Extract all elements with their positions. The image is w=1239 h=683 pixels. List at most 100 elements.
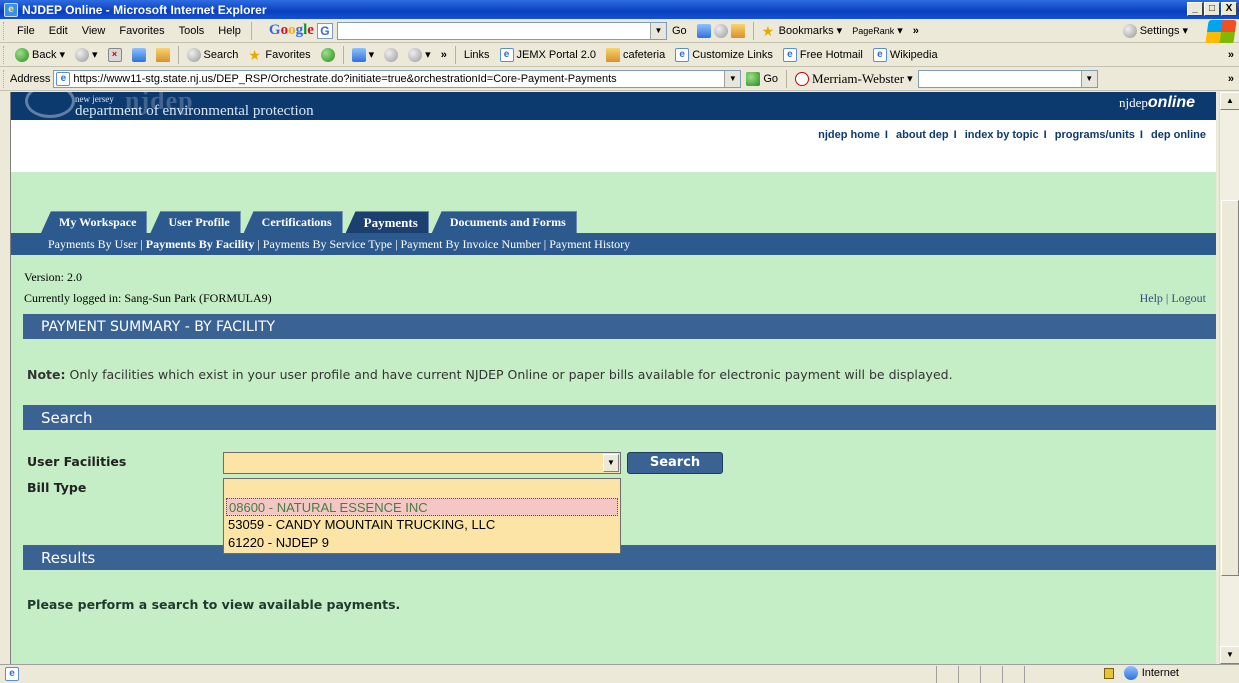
links-more-button[interactable]: » [1223, 49, 1239, 61]
user-facilities-select[interactable]: ▼ [223, 452, 621, 474]
scroll-down-icon[interactable]: ▼ [1220, 646, 1239, 664]
mail-button[interactable]: ▾ [347, 47, 380, 62]
top-links: njdep home I about dep I index by topic I p… [818, 129, 1206, 141]
google-tools-icons[interactable] [692, 23, 750, 38]
home-icon [155, 47, 170, 62]
version-text: Version: 2.0 [24, 270, 82, 284]
nj-seal-icon [25, 92, 75, 118]
payments-subnav: Payments By User | Payments By Facility | … [11, 233, 1216, 255]
address-bar: Address e https://www11-stg.state.nj.us/… [0, 67, 1239, 91]
refresh-icon [131, 47, 146, 62]
address-more-button[interactable]: » [1223, 73, 1239, 85]
star-icon: ★ [761, 22, 775, 39]
pagerank-button[interactable]: PageRank ▾ [847, 24, 908, 37]
subnav-payments-by-facility[interactable]: Payments By Facility [143, 237, 258, 252]
facility-dropdown-list: 08600 - NATURAL ESSENCE INC 53059 - CAND… [223, 478, 621, 554]
tab-user-profile[interactable]: User Profile [150, 211, 241, 233]
link-jemx-portal[interactable]: e JEMX Portal 2.0 [495, 47, 601, 62]
stop-button[interactable]: × [103, 47, 127, 62]
search-section-header: Search [23, 405, 1216, 430]
main-tabs: My Workspace User Profile Certifications… [41, 211, 580, 233]
ie-page-icon: e [499, 47, 514, 62]
menu-help[interactable]: Help [211, 25, 248, 37]
address-input[interactable]: e https://www11-stg.state.nj.us/DEP_RSP/… [53, 69, 742, 88]
google-options-icon[interactable]: G [316, 22, 333, 39]
favorites-star-icon: ★ [248, 46, 261, 63]
help-link[interactable]: Help [1140, 291, 1163, 305]
history-button[interactable] [316, 47, 340, 62]
maximize-button[interactable]: □ [1204, 2, 1220, 16]
ie-page-icon: e [782, 47, 797, 62]
home-button[interactable] [151, 47, 175, 62]
minimize-button[interactable]: _ [1187, 2, 1203, 16]
option-facility[interactable]: 08600 - NATURAL ESSENCE INC [226, 498, 618, 516]
menu-favorites[interactable]: Favorites [112, 25, 171, 37]
chevron-down-icon[interactable]: ▼ [603, 454, 619, 472]
edit-icon [408, 47, 423, 62]
vertical-scrollbar[interactable]: ▲ ▼ [1219, 92, 1239, 664]
tab-payments[interactable]: Payments [345, 211, 429, 233]
bookmarks-button[interactable]: ★ Bookmarks ▾ [757, 24, 848, 38]
favorites-button[interactable]: ★ Favorites [243, 48, 315, 62]
dictionary-input[interactable]: ▼ [917, 69, 1098, 88]
menu-file[interactable]: File [10, 25, 42, 37]
menu-view[interactable]: View [75, 25, 113, 37]
link-customize-links[interactable]: e Customize Links [670, 47, 778, 62]
menu-edit[interactable]: Edit [42, 25, 75, 37]
status-bar: e Internet [0, 664, 1239, 683]
link-free-hotmail[interactable]: e Free Hotmail [778, 47, 868, 62]
menu-tools[interactable]: Tools [172, 25, 212, 37]
results-prompt: Please perform a search to view availabl… [27, 597, 401, 612]
windows-logo-icon [1205, 20, 1237, 44]
go-button[interactable]: Go [741, 71, 783, 86]
logout-link[interactable]: Logout [1171, 291, 1206, 305]
back-arrow-icon [15, 47, 29, 62]
option-facility[interactable]: 61220 - NJDEP 9 [224, 534, 620, 552]
forward-button[interactable]: ▾ [70, 47, 103, 62]
print-icon [384, 47, 399, 62]
toolbar-more-button[interactable]: » [436, 49, 452, 61]
magnifier-icon [186, 47, 201, 62]
scroll-up-icon[interactable]: ▲ [1220, 92, 1239, 110]
mail-icon [351, 47, 366, 62]
link-cafeteria[interactable]: cafeteria [601, 47, 670, 62]
link-wikipedia[interactable]: e Wikipedia [868, 47, 943, 62]
chevron-down-icon[interactable]: ▼ [1080, 70, 1097, 87]
google-go-button[interactable]: Go [667, 25, 692, 37]
dictionary-button[interactable]: Merriam-Webster ▾ [790, 71, 918, 87]
search-button[interactable]: Search [182, 47, 244, 62]
chevron-down-icon[interactable]: ▼ [724, 70, 741, 87]
tab-certifications[interactable]: Certifications [243, 211, 343, 233]
scroll-thumb[interactable] [1221, 200, 1239, 576]
subnav-payment-history[interactable]: Payment History [546, 237, 633, 252]
close-button[interactable]: X [1221, 2, 1237, 16]
google-logo[interactable]: Google [269, 22, 314, 39]
help-links: Help | Logout [1139, 291, 1206, 305]
back-button[interactable]: Back ▾ [10, 47, 70, 62]
tab-documents-and-forms[interactable]: Documents and Forms [431, 211, 577, 233]
title-bar: e NJDEP Online - Microsoft Internet Expl… [0, 0, 1239, 19]
subnav-payments-by-user[interactable]: Payments By User [45, 237, 140, 252]
search-submit-button[interactable]: Search [627, 452, 723, 474]
ie-page-icon: e [872, 47, 887, 62]
circle-icon [795, 71, 810, 86]
tab-my-workspace[interactable]: My Workspace [41, 211, 148, 233]
chevron-down-icon[interactable]: ▼ [649, 22, 666, 39]
department-name: department of environmental protection [75, 103, 314, 119]
refresh-button[interactable] [127, 47, 151, 62]
link-dep-online[interactable]: dep online [1151, 129, 1206, 141]
link-programs-units[interactable]: programs/units [1055, 129, 1135, 141]
link-index-by-topic[interactable]: index by topic [965, 129, 1039, 141]
google-more-button[interactable]: » [908, 25, 924, 37]
ie-page-icon: e [56, 71, 71, 86]
link-about-dep[interactable]: about dep [896, 129, 949, 141]
link-njdep-home[interactable]: njdep home [818, 129, 880, 141]
option-blank[interactable] [224, 479, 620, 498]
google-search-input[interactable]: ▼ [336, 21, 667, 40]
settings-button[interactable]: Settings ▾ [1118, 23, 1193, 38]
subnav-payment-by-invoice-number[interactable]: Payment By Invoice Number [397, 237, 543, 252]
edit-button[interactable]: ▾ [403, 47, 436, 62]
print-button[interactable] [379, 47, 403, 62]
option-facility[interactable]: 53059 - CANDY MOUNTAIN TRUCKING, LLC [224, 516, 620, 534]
subnav-payments-by-service-type[interactable]: Payments By Service Type [260, 237, 395, 252]
